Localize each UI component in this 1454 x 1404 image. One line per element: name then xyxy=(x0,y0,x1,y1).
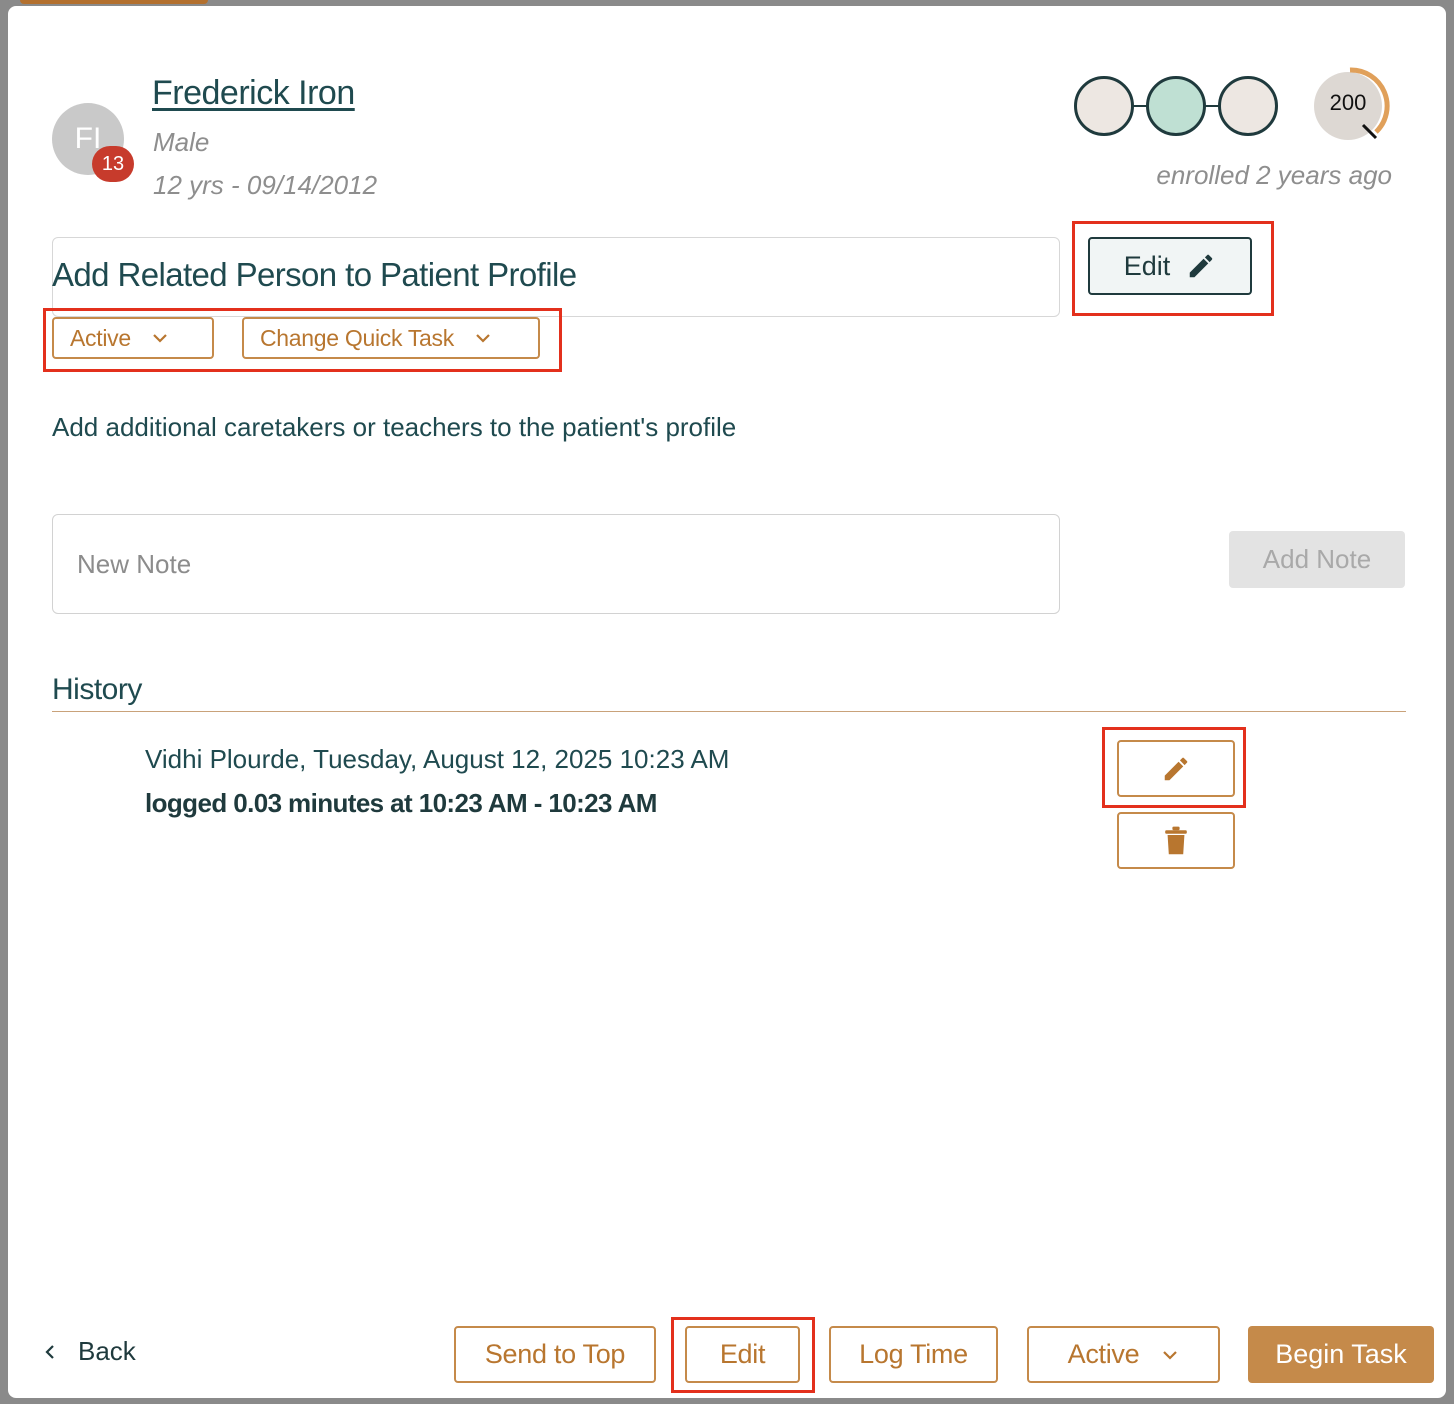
trash-icon xyxy=(1165,826,1187,854)
back-button[interactable]: Back xyxy=(44,1336,136,1367)
background-tab xyxy=(20,0,208,4)
patient-gender: Male xyxy=(153,127,210,157)
task-title: Add Related Person to Patient Profile xyxy=(52,256,577,293)
highlight-box xyxy=(1102,727,1246,808)
back-label: Back xyxy=(78,1336,136,1366)
progress-step-2 xyxy=(1146,76,1206,136)
footer-status-label: Active xyxy=(1067,1339,1140,1369)
footer-status-dropdown[interactable]: Active xyxy=(1027,1326,1220,1383)
begin-task-button[interactable]: Begin Task xyxy=(1248,1326,1434,1383)
notification-badge: 13 xyxy=(92,146,134,182)
highlight-box xyxy=(43,308,562,372)
delete-history-entry-button[interactable] xyxy=(1117,812,1235,869)
highlight-box xyxy=(671,1317,815,1393)
history-entry-log: logged 0.03 minutes at 10:23 AM - 10:23 … xyxy=(145,788,657,818)
chevron-left-icon xyxy=(45,1344,54,1359)
log-time-button[interactable]: Log Time xyxy=(829,1326,998,1383)
progress-step-3 xyxy=(1218,76,1278,136)
score-value: 200 xyxy=(1329,90,1367,115)
highlight-box xyxy=(1072,221,1274,316)
new-note-input[interactable] xyxy=(52,514,1060,614)
history-entry-meta: Vidhi Plourde, Tuesday, August 12, 2025 … xyxy=(145,744,730,774)
progress-step-1 xyxy=(1074,76,1134,136)
task-description: Add additional caretakers or teachers to… xyxy=(52,412,737,442)
enrolled-duration: enrolled 2 years ago xyxy=(1156,160,1392,190)
patient-age-dob: 12 yrs - 09/14/2012 xyxy=(153,170,378,200)
patient-name-link[interactable]: Frederick Iron xyxy=(152,74,355,113)
send-to-top-button[interactable]: Send to Top xyxy=(454,1326,656,1383)
add-note-button[interactable]: Add Note xyxy=(1229,531,1405,588)
task-modal: FI 13 Frederick Iron Male 12 yrs - 09/14… xyxy=(8,6,1446,1398)
history-heading: History xyxy=(52,673,142,706)
history-divider xyxy=(52,711,1406,712)
chevron-down-icon xyxy=(1163,1350,1178,1360)
enrollment-progress-steps xyxy=(1074,76,1278,136)
